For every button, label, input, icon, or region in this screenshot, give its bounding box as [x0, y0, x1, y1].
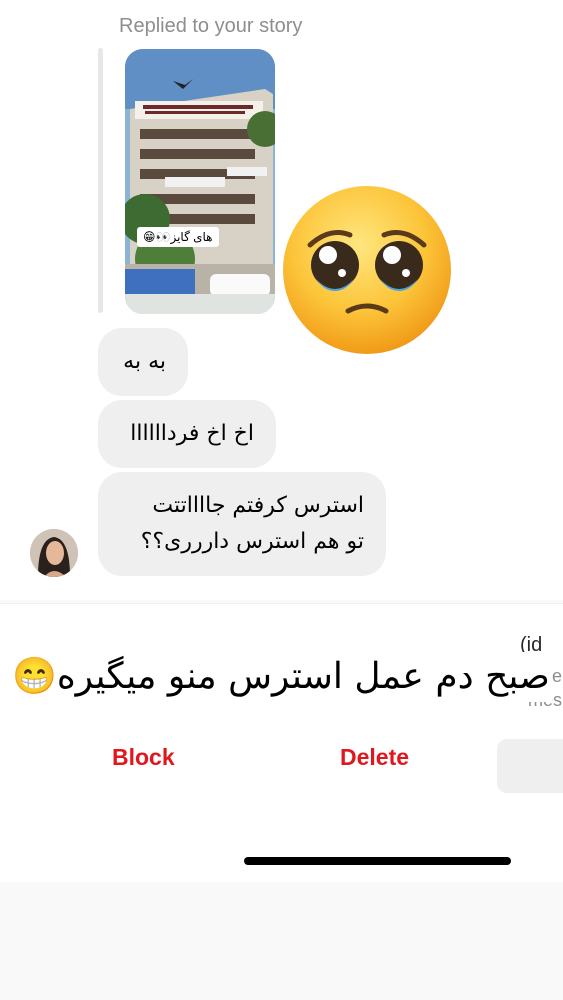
avatar-photo — [30, 529, 78, 577]
accept-button[interactable] — [497, 739, 563, 793]
dm-screen: Replied to your story های گایز👀😁 به به ا… — [0, 0, 563, 1000]
replied-story-label: Replied to your story — [119, 15, 303, 37]
message-text: به به — [123, 349, 166, 374]
pleading-face-icon — [283, 186, 451, 354]
bottom-area — [0, 882, 563, 1000]
story-thumbnail[interactable]: های گایز👀😁 — [125, 49, 275, 314]
reply-indicator-bar — [98, 48, 103, 313]
story-photo — [125, 49, 275, 314]
message-text: استرس کرفتم جااااتتت — [152, 493, 364, 518]
block-button[interactable]: Block — [112, 744, 175, 771]
chat-thread: Replied to your story های گایز👀😁 به به ا… — [0, 0, 563, 600]
message-text: تو هم استرس داررری؟؟ — [140, 529, 364, 554]
message-bubble[interactable]: اخ اخ فرداااااا — [98, 400, 276, 468]
message-text: اخ اخ فرداااااا — [130, 421, 254, 446]
sender-avatar[interactable] — [30, 529, 78, 577]
message-bubble[interactable]: استرس کرفتم جااااتتت تو هم استرس داررری؟… — [98, 472, 386, 576]
home-indicator[interactable] — [244, 857, 511, 865]
delete-button[interactable]: Delete — [340, 744, 409, 771]
overlay-caption: صبح دم عمل استرس منو میگیره😁 — [10, 652, 552, 702]
story-caption: های گایز👀😁 — [137, 227, 219, 247]
message-request-sheet: (id d se mes صبح دم عمل استرس منو میگیره… — [0, 604, 563, 882]
message-bubble[interactable]: به به — [98, 328, 188, 396]
